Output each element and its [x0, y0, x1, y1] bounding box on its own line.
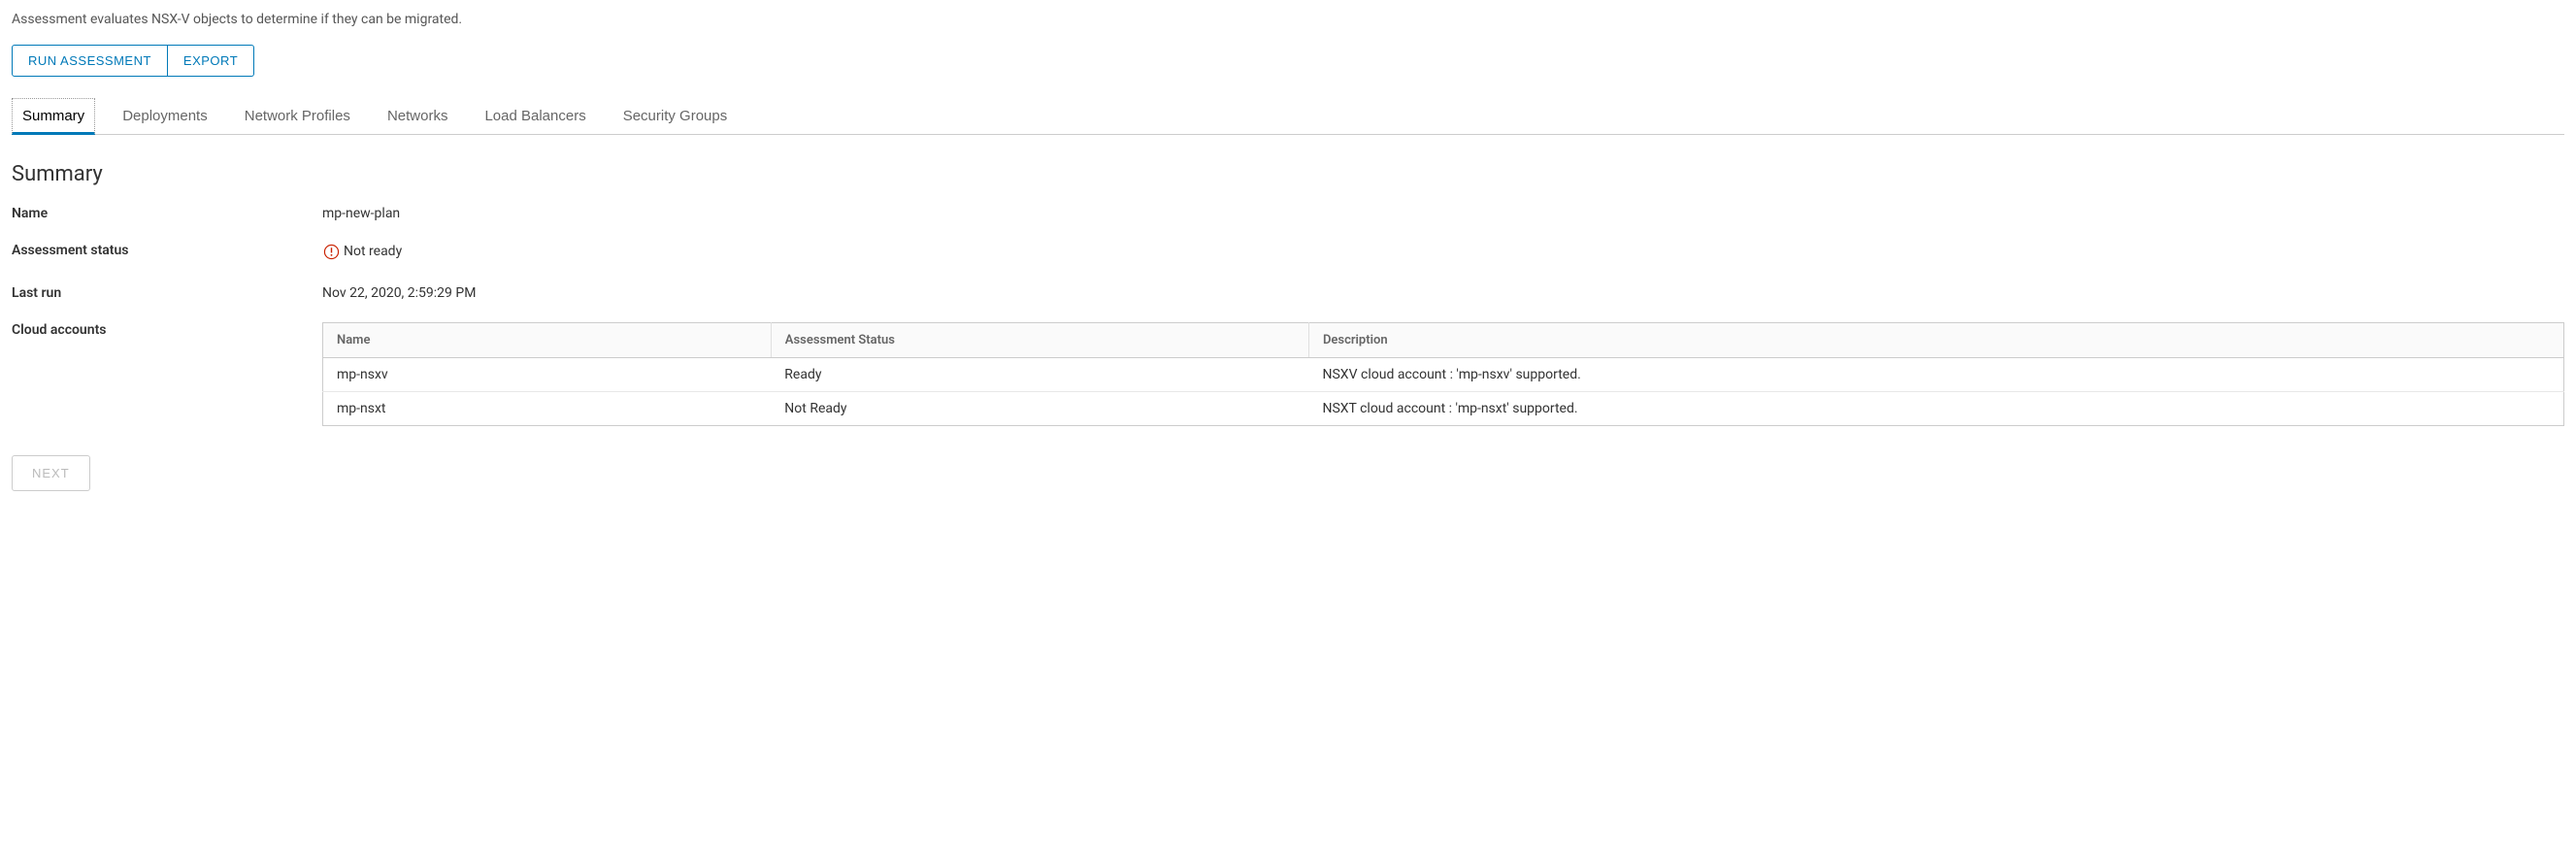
tab-networks[interactable]: Networks [387, 98, 448, 134]
tab-deployments[interactable]: Deployments [122, 98, 208, 134]
tab-summary[interactable]: Summary [12, 98, 95, 135]
field-cloud-accounts: Cloud accounts Name Assessment Status De… [12, 322, 2564, 426]
table-row: mp-nsxv Ready NSXV cloud account : 'mp-n… [323, 357, 2564, 391]
cell-description: NSXT cloud account : 'mp-nsxt' supported… [1308, 391, 2563, 425]
export-button[interactable]: EXPORT [168, 45, 254, 77]
th-status: Assessment Status [771, 322, 1308, 357]
assessment-description: Assessment evaluates NSX-V objects to de… [12, 12, 2564, 27]
last-run-label: Last run [12, 285, 322, 301]
cell-description: NSXV cloud account : 'mp-nsxv' supported… [1308, 357, 2563, 391]
th-description: Description [1308, 322, 2563, 357]
last-run-value: Nov 22, 2020, 2:59:29 PM [322, 285, 2564, 301]
cell-name: mp-nsxt [323, 391, 772, 425]
section-title: Summary [12, 162, 2564, 186]
status-label: Assessment status [12, 243, 322, 258]
field-name: Name mp-new-plan [12, 206, 2564, 221]
next-button[interactable]: NEXT [12, 455, 90, 491]
cell-name: mp-nsxv [323, 357, 772, 391]
name-label: Name [12, 206, 322, 221]
exclamation-circle-icon [322, 243, 340, 260]
tab-bar: Summary Deployments Network Profiles Net… [12, 98, 2564, 135]
table-row: mp-nsxt Not Ready NSXT cloud account : '… [323, 391, 2564, 425]
cell-status: Ready [771, 357, 1308, 391]
field-assessment-status: Assessment status Not ready [12, 243, 2564, 264]
status-value: Not ready [344, 244, 402, 259]
cloud-accounts-table: Name Assessment Status Description mp-ns… [322, 322, 2564, 426]
status-wrap: Not ready [322, 243, 402, 260]
field-last-run: Last run Nov 22, 2020, 2:59:29 PM [12, 285, 2564, 301]
action-button-group: RUN ASSESSMENT EXPORT [12, 45, 254, 77]
tab-load-balancers[interactable]: Load Balancers [484, 98, 585, 134]
run-assessment-button[interactable]: RUN ASSESSMENT [12, 45, 168, 77]
tab-security-groups[interactable]: Security Groups [623, 98, 728, 134]
name-value: mp-new-plan [322, 206, 2564, 221]
tab-network-profiles[interactable]: Network Profiles [245, 98, 350, 134]
cell-status: Not Ready [771, 391, 1308, 425]
th-name: Name [323, 322, 772, 357]
cloud-accounts-label: Cloud accounts [12, 322, 322, 338]
